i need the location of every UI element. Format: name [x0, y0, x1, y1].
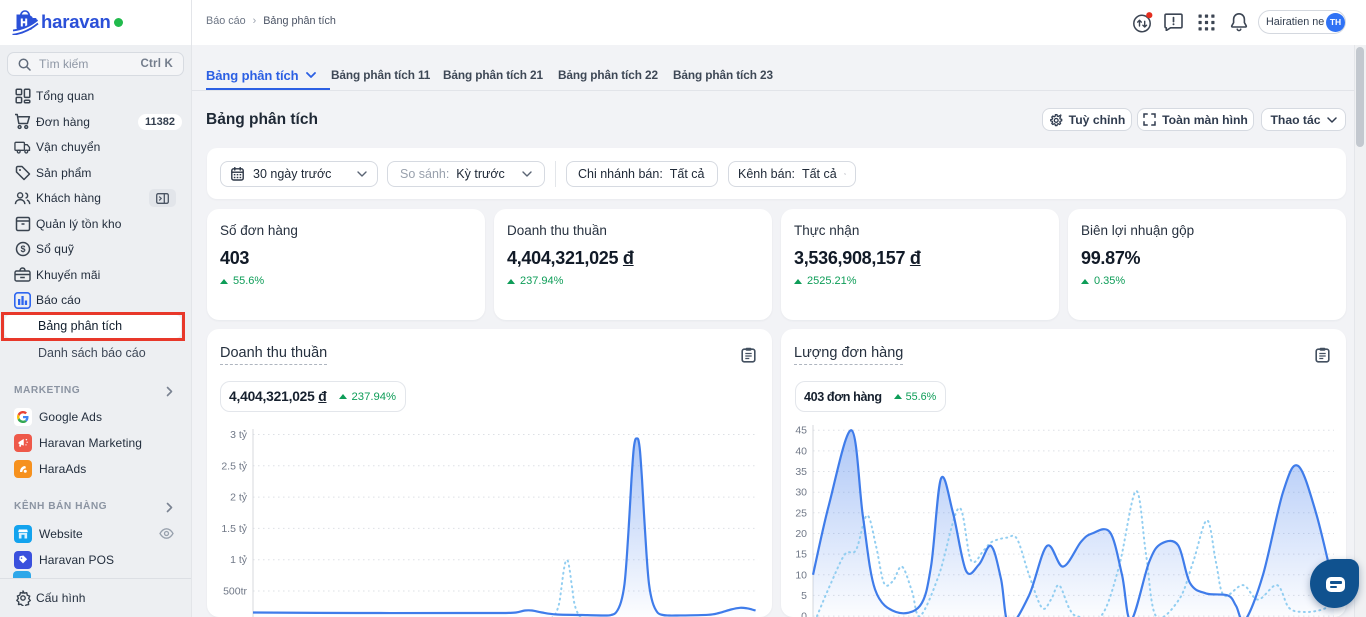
- svg-text:0: 0: [801, 611, 807, 617]
- svg-text:3 tỷ: 3 tỷ: [230, 429, 248, 441]
- svg-text:10: 10: [795, 569, 807, 581]
- svg-text:40: 40: [795, 445, 807, 457]
- svg-text:500tr: 500tr: [223, 586, 247, 598]
- svg-text:45: 45: [795, 425, 807, 437]
- svg-text:$: $: [20, 244, 25, 254]
- svg-text:1.5 tỷ: 1.5 tỷ: [221, 523, 247, 535]
- svg-text:20: 20: [795, 528, 807, 540]
- svg-text:25: 25: [795, 507, 807, 519]
- svg-text:30: 30: [795, 487, 807, 499]
- svg-text:1 tỷ: 1 tỷ: [230, 554, 248, 566]
- svg-text:15: 15: [795, 549, 807, 561]
- svg-text:2.5 tỷ: 2.5 tỷ: [221, 460, 247, 472]
- svg-text:2 tỷ: 2 tỷ: [230, 492, 248, 504]
- svg-text:5: 5: [801, 590, 807, 602]
- svg-text:35: 35: [795, 466, 807, 478]
